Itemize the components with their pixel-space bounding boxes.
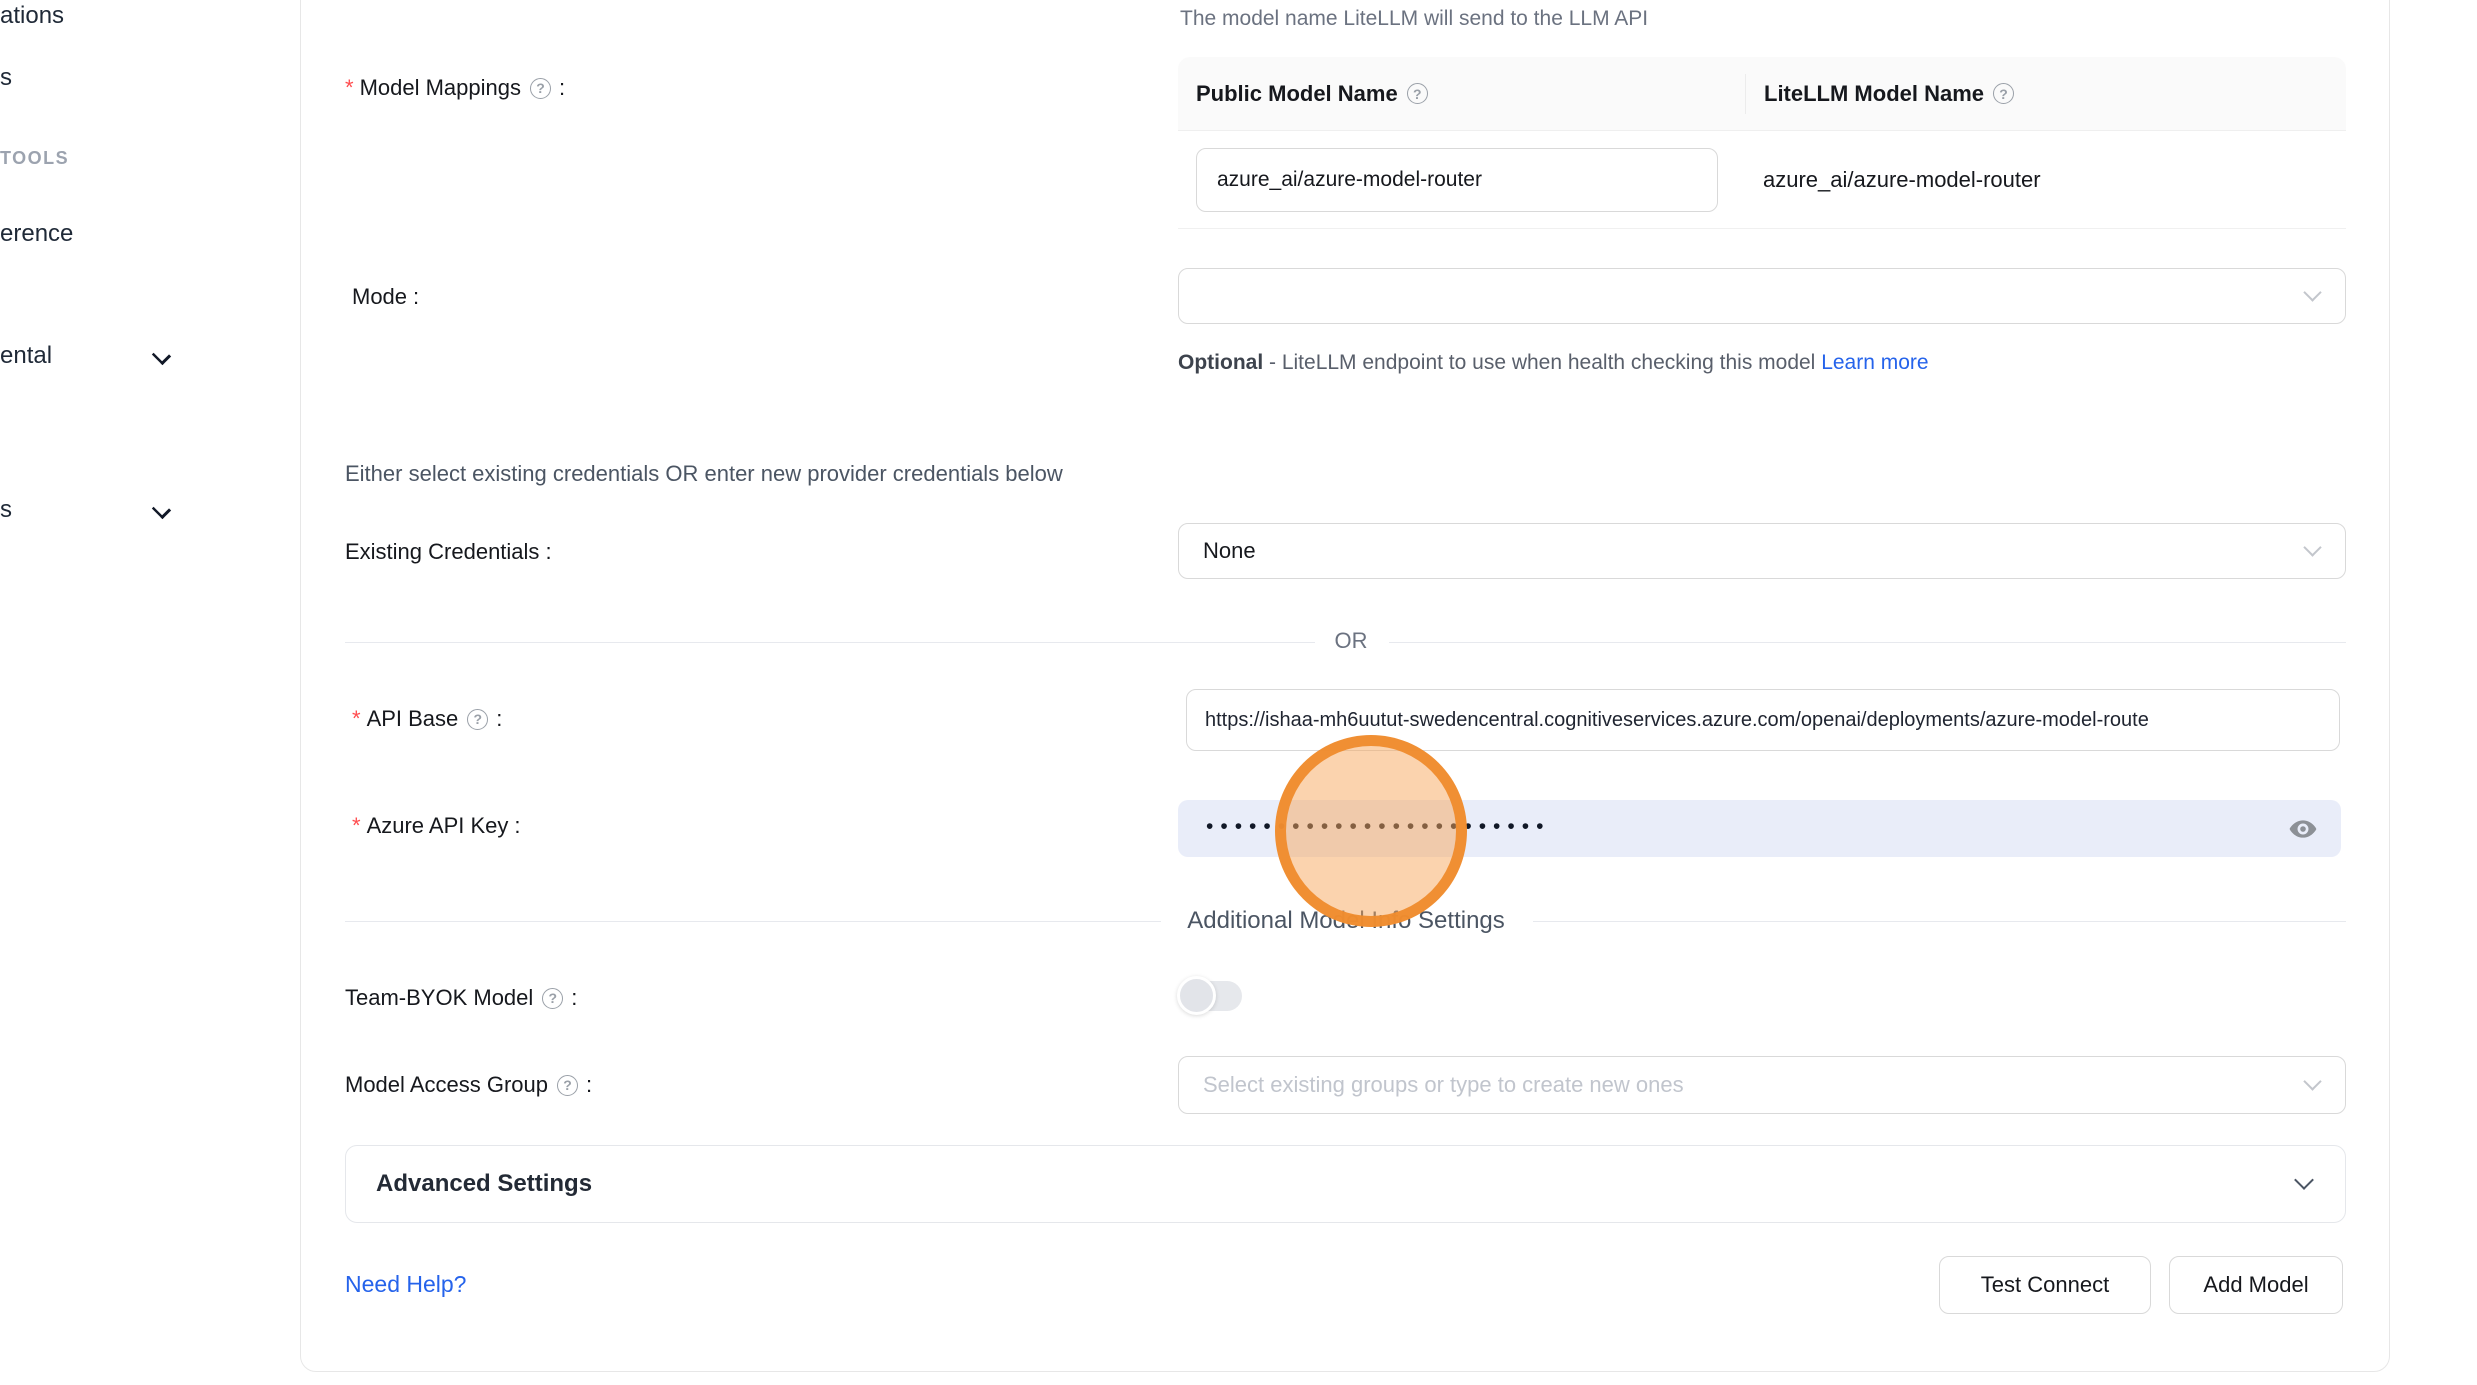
team-byok-toggle[interactable] bbox=[1180, 981, 1242, 1011]
optional-bold: Optional bbox=[1178, 351, 1263, 374]
colon: : bbox=[559, 75, 565, 101]
chevron-down-icon bbox=[2303, 1072, 2321, 1090]
sidebar-item-s1[interactable]: s bbox=[0, 64, 12, 92]
add-model-form-card: The model name LiteLLM will send to the … bbox=[300, 0, 2390, 1372]
mode-label: Mode : bbox=[352, 284, 419, 310]
help-question-icon[interactable]: ? bbox=[1993, 83, 2014, 104]
test-connect-button[interactable]: Test Connect bbox=[1939, 1256, 2151, 1314]
click-indicator bbox=[1275, 735, 1467, 927]
chevron-down-icon[interactable] bbox=[152, 500, 171, 519]
eye-icon[interactable] bbox=[2287, 813, 2319, 845]
advanced-settings-title: Advanced Settings bbox=[376, 1170, 592, 1198]
chevron-down-icon bbox=[2303, 538, 2321, 556]
mode-select[interactable] bbox=[1178, 268, 2346, 324]
table-header-row: Public Model Name ? LiteLLM Model Name ? bbox=[1178, 57, 2346, 131]
advanced-settings-panel[interactable]: Advanced Settings bbox=[345, 1145, 2346, 1223]
or-divider-text: OR bbox=[1335, 628, 1368, 654]
sidebar-section-tools: TOOLS bbox=[0, 148, 69, 169]
existing-credentials-value: None bbox=[1203, 538, 1256, 564]
help-question-icon[interactable]: ? bbox=[557, 1075, 578, 1096]
help-question-icon[interactable]: ? bbox=[542, 988, 563, 1009]
sidebar-item-ations[interactable]: ations bbox=[0, 2, 64, 30]
model-access-group-select[interactable]: Select existing groups or type to create… bbox=[1178, 1056, 2346, 1114]
colon: : bbox=[586, 1072, 592, 1098]
public-model-name-header: Public Model Name ? bbox=[1178, 81, 1745, 107]
litellm-model-name-helper: The model name LiteLLM will send to the … bbox=[1180, 7, 1648, 31]
chevron-down-icon bbox=[2303, 283, 2321, 301]
colon: : bbox=[545, 539, 551, 565]
existing-credentials-select[interactable]: None bbox=[1178, 523, 2346, 579]
model-access-group-placeholder: Select existing groups or type to create… bbox=[1203, 1072, 1684, 1098]
litellm-model-name-value: azure_ai/azure-model-router bbox=[1763, 131, 2041, 229]
divider bbox=[345, 642, 1315, 643]
api-base-label: * API Base ? : bbox=[352, 706, 502, 732]
azure-api-key-label-text: Azure API Key bbox=[367, 813, 509, 839]
model-mappings-table: Public Model Name ? LiteLLM Model Name ?… bbox=[1178, 57, 2346, 229]
litellm-model-name-header: LiteLLM Model Name ? bbox=[1745, 74, 2346, 114]
divider bbox=[345, 921, 1161, 922]
required-asterisk: * bbox=[345, 75, 354, 101]
existing-credentials-label: Existing Credentials : bbox=[345, 539, 552, 565]
model-mappings-label: * Model Mappings ? : bbox=[345, 75, 565, 101]
help-question-icon[interactable]: ? bbox=[530, 78, 551, 99]
add-model-button[interactable]: Add Model bbox=[2169, 1256, 2343, 1314]
required-asterisk: * bbox=[352, 813, 361, 839]
chevron-down-icon[interactable] bbox=[152, 346, 171, 365]
optional-text: - LiteLLM endpoint to use when health ch… bbox=[1263, 351, 1821, 374]
existing-credentials-label-text: Existing Credentials bbox=[345, 539, 539, 565]
need-help-link[interactable]: Need Help? bbox=[345, 1271, 466, 1298]
colon: : bbox=[514, 813, 520, 839]
toggle-knob bbox=[1177, 976, 1216, 1015]
credentials-note: Either select existing credentials OR en… bbox=[345, 461, 1063, 487]
add-model-page: ations s TOOLS erence ental s The model … bbox=[0, 0, 2477, 1385]
divider bbox=[1533, 921, 2346, 922]
api-base-label-text: API Base bbox=[367, 706, 459, 732]
sidebar-item-s2[interactable]: s bbox=[0, 496, 12, 524]
chevron-down-icon bbox=[2294, 1170, 2314, 1190]
sidebar: ations s TOOLS erence ental s bbox=[0, 0, 300, 1385]
header-text: LiteLLM Model Name bbox=[1764, 81, 1984, 107]
required-asterisk: * bbox=[352, 706, 361, 732]
colon: : bbox=[571, 985, 577, 1011]
sidebar-item-ental[interactable]: ental bbox=[0, 342, 52, 370]
model-access-group-label-text: Model Access Group bbox=[345, 1072, 548, 1098]
model-mappings-label-text: Model Mappings bbox=[360, 75, 521, 101]
learn-more-link[interactable]: Learn more bbox=[1821, 351, 1928, 374]
azure-api-key-label: * Azure API Key : bbox=[352, 813, 521, 839]
mode-label-text: Mode bbox=[352, 284, 407, 310]
sidebar-item-erence[interactable]: erence bbox=[0, 220, 73, 248]
table-row: azure_ai/azure-model-router azure_ai/azu… bbox=[1178, 131, 2346, 229]
public-model-name-input[interactable]: azure_ai/azure-model-router bbox=[1196, 148, 1718, 212]
header-text: Public Model Name bbox=[1196, 81, 1398, 107]
colon: : bbox=[496, 706, 502, 732]
help-question-icon[interactable]: ? bbox=[1407, 83, 1428, 104]
team-byok-label: Team-BYOK Model ? : bbox=[345, 985, 577, 1011]
colon: : bbox=[413, 284, 419, 310]
team-byok-label-text: Team-BYOK Model bbox=[345, 985, 533, 1011]
divider bbox=[1389, 642, 2346, 643]
help-question-icon[interactable]: ? bbox=[467, 709, 488, 730]
model-access-group-label: Model Access Group ? : bbox=[345, 1072, 592, 1098]
mode-optional-note: Optional - LiteLLM endpoint to use when … bbox=[1178, 343, 2002, 383]
